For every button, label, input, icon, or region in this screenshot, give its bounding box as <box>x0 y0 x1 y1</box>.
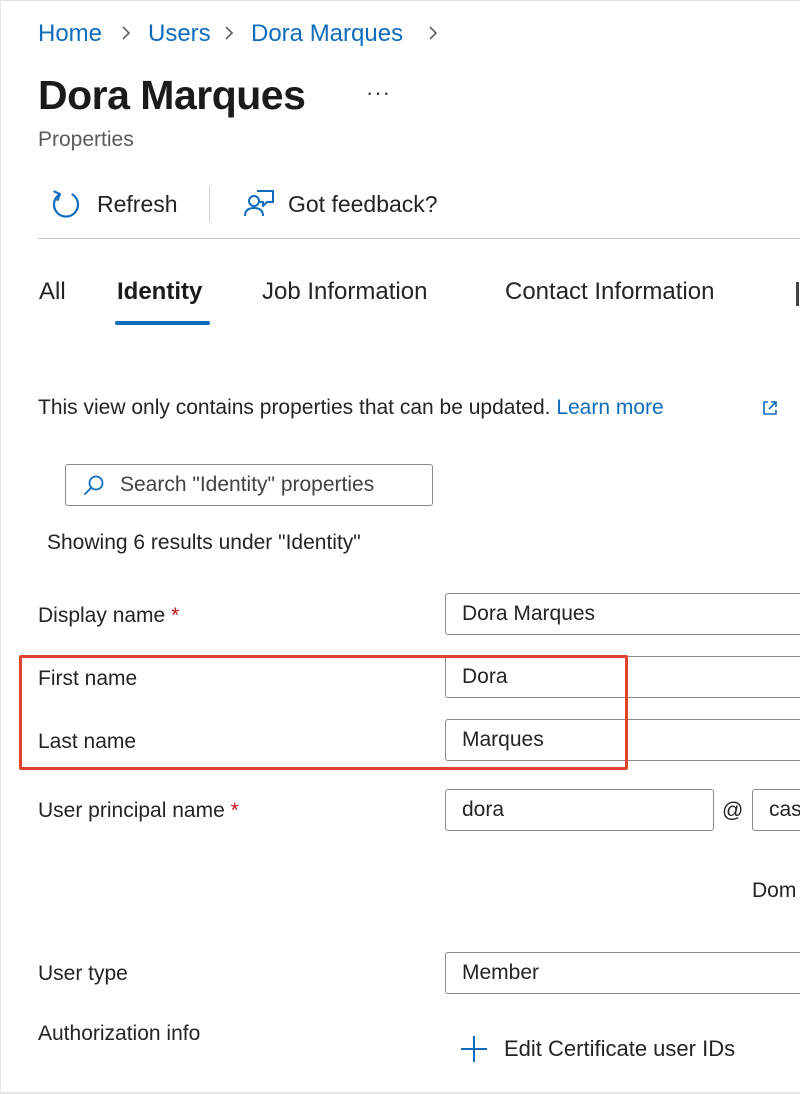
feedback-icon <box>244 190 274 217</box>
upn-username-field[interactable]: dora <box>445 789 714 831</box>
user-type-dropdown[interactable]: Member <box>445 952 800 994</box>
breadcrumb-home[interactable]: Home <box>38 20 102 48</box>
window-top-edge <box>0 0 800 1</box>
active-tab-indicator <box>115 321 210 325</box>
breadcrumb-current-user[interactable]: Dora Marques <box>251 20 403 48</box>
display-name-label-text: Display name <box>38 604 166 627</box>
edit-certificate-ids-label: Edit Certificate user IDs <box>504 1036 736 1061</box>
authorization-info-label: Authorization info <box>38 1022 201 1045</box>
user-type-label: User type <box>38 962 128 985</box>
toolbar-separator <box>38 238 800 239</box>
edit-certificate-ids-button[interactable]: Edit Certificate user IDs <box>458 1034 735 1064</box>
refresh-label: Refresh <box>97 190 178 217</box>
at-symbol: @ <box>722 799 744 822</box>
learn-more-link[interactable]: Learn more <box>556 396 663 419</box>
more-options-button[interactable]: ··· <box>366 80 391 106</box>
search-placeholder: Search "Identity" properties <box>120 473 375 496</box>
tab-identity[interactable]: Identity <box>117 278 202 306</box>
display-name-label: Display name * <box>38 604 179 628</box>
chevron-right-icon <box>225 26 234 40</box>
display-name-field[interactable]: Dora Marques <box>445 593 800 635</box>
required-marker: * <box>230 799 239 822</box>
search-icon <box>84 475 104 495</box>
window-left-edge <box>0 0 1 1094</box>
info-text: This view only contains properties that … <box>38 396 664 420</box>
chevron-right-icon <box>429 26 438 40</box>
search-input[interactable]: Search "Identity" properties <box>65 464 433 506</box>
feedback-button[interactable]: Got feedback? <box>242 182 438 226</box>
refresh-icon <box>52 190 80 218</box>
tab-next-partial[interactable] <box>796 282 799 306</box>
required-marker: * <box>171 604 180 627</box>
toolbar-divider <box>209 186 210 222</box>
tab-job-information[interactable]: Job Information <box>262 278 427 306</box>
highlight-annotation <box>19 655 628 770</box>
chevron-right-icon <box>122 26 131 40</box>
plus-icon <box>461 1036 487 1062</box>
results-count: Showing 6 results under "Identity" <box>47 531 361 554</box>
refresh-button[interactable]: Refresh <box>50 182 178 226</box>
upn-label: User principal name * <box>38 799 239 823</box>
upn-label-text: User principal name <box>38 799 225 822</box>
learn-more-label: Learn more <box>556 396 664 419</box>
tab-contact-information[interactable]: Contact Information <box>505 278 714 306</box>
external-link-icon[interactable] <box>760 398 780 418</box>
upn-domain-dropdown[interactable]: cas <box>752 789 800 831</box>
page-subtitle: Properties <box>38 128 134 151</box>
tab-all[interactable]: All <box>39 278 66 306</box>
breadcrumb-users[interactable]: Users <box>148 20 211 48</box>
domain-hint: Dom <box>752 879 797 902</box>
feedback-label: Got feedback? <box>288 190 438 217</box>
page-title: Dora Marques <box>38 72 306 118</box>
info-message: This view only contains properties that … <box>38 396 551 419</box>
